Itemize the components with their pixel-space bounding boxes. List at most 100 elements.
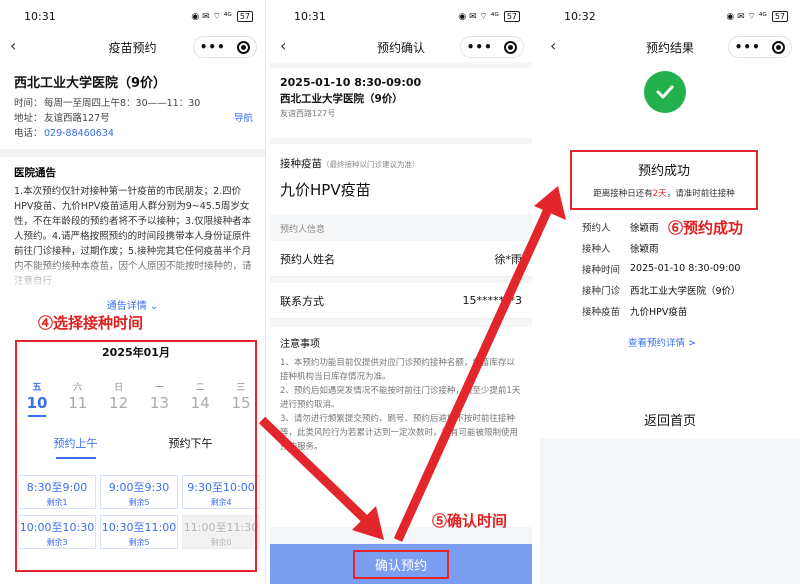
view-details-link[interactable]: 查看预约详情 > xyxy=(582,335,800,349)
detail-value: 2025-01-10 8:30-09:00 xyxy=(630,263,741,274)
status-icons: ◉ ✉ ⌔ ⁴ᴳ 57 xyxy=(458,10,520,22)
panel-vaccine-booking: 10:31 ◉ ✉ ⌔ ⁴ᴳ 57 ‹ 疫苗预约 ••• 西北工业大学医院（9价）… xyxy=(0,0,266,584)
booker-name-label: 预约人姓名 xyxy=(280,252,335,266)
status-bar: 10:32 ◉ ✉ ⌔ ⁴ᴳ 57 xyxy=(540,0,800,32)
detail-row: 接种人 徐颖雨 xyxy=(582,237,800,258)
notice-fade xyxy=(0,253,265,293)
detail-value: 徐颖雨 xyxy=(630,222,659,234)
back-arrow-icon[interactable]: ‹ xyxy=(550,36,556,55)
annotation-caption-step4: ④选择接种时间 xyxy=(38,314,144,332)
countdown-prefix: 距离接种日还有 xyxy=(593,189,653,199)
back-arrow-icon[interactable]: ‹ xyxy=(10,36,16,55)
page-title: 预约结果 xyxy=(645,40,694,55)
close-target-icon[interactable] xyxy=(772,40,786,54)
success-check-icon xyxy=(644,71,686,113)
mini-program-capsule: ••• xyxy=(460,36,524,58)
close-target-icon[interactable] xyxy=(504,40,518,54)
notes-body: 1、本预约功能目前仅提供对应门诊预约接种名额，疫苗库存以接种机构当日库存情况为准… xyxy=(280,358,521,452)
detail-label: 接种时间 xyxy=(582,264,621,276)
success-subtitle: 距离接种日还有2天，请准时前往接种 xyxy=(572,187,756,199)
notice-details-label: 通告详情 xyxy=(106,301,147,312)
chevron-down-icon: ⌄ xyxy=(149,301,159,312)
vaccine-label: 接种疫苗 xyxy=(280,158,322,170)
panel-booking-confirm: 10:31 ◉ ✉ ⌔ ⁴ᴳ 57 ‹ 预约确认 ••• 2025-01-10 8… xyxy=(270,0,532,584)
panel-booking-result: 10:32 ◉ ✉ ⌔ ⁴ᴳ 57 ‹ 预约结果 ••• 预约成功 距离接种日还有… xyxy=(540,0,800,584)
vaccine-name: 九价HPV疫苗 xyxy=(280,181,371,199)
address-value: 友谊西路127号 xyxy=(44,113,110,124)
confirm-bar: 确认预约 xyxy=(270,544,532,584)
mini-program-capsule: ••• xyxy=(193,36,257,58)
booker-name-row: 预约人姓名 徐*雨 xyxy=(270,241,532,277)
navigate-link[interactable]: 导航 xyxy=(234,111,253,126)
contact-value: 15*******3 xyxy=(462,294,523,307)
phone-link[interactable]: 029-88460634 xyxy=(44,126,114,141)
status-time: 10:32 xyxy=(564,9,596,23)
status-bar: 10:31 ◉ ✉ ⌔ ⁴ᴳ 57 xyxy=(0,0,265,32)
detail-label: 接种门诊 xyxy=(582,285,621,297)
notice-details-link[interactable]: 通告详情 ⌄ xyxy=(0,293,265,313)
booker-info-title: 预约人信息 xyxy=(280,225,326,235)
status-icons: ◉ ✉ ⌔ ⁴ᴳ 57 xyxy=(726,10,788,22)
signal-icons: ◉ ✉ ⌔ ⁴ᴳ xyxy=(726,11,767,22)
appointment-datetime: 2025-01-10 8:30-09:00 xyxy=(280,76,422,89)
more-icon[interactable]: ••• xyxy=(200,40,226,54)
back-arrow-icon[interactable]: ‹ xyxy=(280,36,286,55)
confirm-booking-button[interactable]: 确认预约 xyxy=(352,549,449,579)
more-icon[interactable]: ••• xyxy=(467,40,493,54)
mini-program-capsule: ••• xyxy=(728,36,792,58)
time-value: 每周一至周四上午8：30——11：30 xyxy=(44,98,201,109)
page-title: 预约确认 xyxy=(376,40,425,55)
close-target-icon[interactable] xyxy=(237,40,251,54)
detail-row: 接种疫苗 九价HPV疫苗 xyxy=(582,300,800,321)
detail-row: 接种门诊 西北工业大学医院（9价） xyxy=(582,279,800,300)
success-title: 预约成功 xyxy=(637,164,690,179)
time-label: 时间： xyxy=(14,98,43,109)
appointment-summary: 2025-01-10 8:30-09:00 西北工业大学医院（9价） 友谊西路1… xyxy=(270,68,532,138)
annotation-box-select-time xyxy=(15,340,257,572)
hospital-notice: 医院通告 1.本次预约仅针对接种第一针疫苗的市民朋友；2.四价HPV疫苗、九价H… xyxy=(0,157,265,293)
appointment-address: 友谊西路127号 xyxy=(280,109,336,118)
hospital-info: 西北工业大学医院（9价） 时间： 每周一至周四上午8：30——11：30 地址：友… xyxy=(0,62,265,149)
nav-bar: ‹ 疫苗预约 ••• xyxy=(0,32,265,62)
phone-label: 电话： xyxy=(14,128,43,139)
nav-bar: ‹ 预约结果 ••• xyxy=(540,32,800,62)
detail-value: 徐颖雨 xyxy=(630,243,659,255)
detail-value: 九价HPV疫苗 xyxy=(630,306,688,318)
annotation-box-success: 预约成功 距离接种日还有2天，请准时前往接种 xyxy=(570,150,758,210)
more-icon[interactable]: ••• xyxy=(735,40,761,54)
annotation-caption-step6: ⑥预约成功 xyxy=(668,219,744,237)
notes-section: 注意事项 1、本预约功能目前仅提供对应门诊预约接种名额，疫苗库存以接种机构当日库… xyxy=(270,327,532,527)
notes-title: 注意事项 xyxy=(280,339,320,350)
appointment-hospital: 西北工业大学医院（9价） xyxy=(280,93,403,105)
countdown-days: 2天 xyxy=(652,189,667,199)
divider xyxy=(0,149,265,157)
vaccine-card: 接种疫苗（最终接种以门诊建议为准） 九价HPV疫苗 xyxy=(270,144,532,214)
nav-bar: ‹ 预约确认 ••• xyxy=(270,32,532,62)
back-home-button[interactable]: 返回首页 xyxy=(540,400,800,438)
battery-icon: 57 xyxy=(503,10,520,22)
battery-icon: 57 xyxy=(236,10,253,22)
status-bar: 10:31 ◉ ✉ ⌔ ⁴ᴳ 57 xyxy=(270,0,532,32)
appointment-details: 预约人 徐颖雨 接种人 徐颖雨 接种时间 2025-01-10 8:30-09:00 … xyxy=(540,210,800,410)
booker-name-value: 徐*雨 xyxy=(494,252,523,266)
detail-row: 接种时间 2025-01-10 8:30-09:00 xyxy=(582,258,800,279)
status-time: 10:31 xyxy=(24,9,56,23)
signal-icons: ◉ ✉ ⌔ ⁴ᴳ xyxy=(191,11,232,22)
hospital-name: 西北工业大学医院（9价） xyxy=(14,76,167,91)
contact-label: 联系方式 xyxy=(280,294,324,308)
notice-title: 医院通告 xyxy=(14,167,56,179)
status-time: 10:31 xyxy=(294,9,326,23)
countdown-suffix: ，请准时前往接种 xyxy=(666,189,735,199)
detail-label: 接种人 xyxy=(582,243,611,255)
battery-icon: 57 xyxy=(771,10,788,22)
address-label: 地址： xyxy=(14,113,43,124)
detail-label: 预约人 xyxy=(582,222,611,234)
contact-row: 联系方式 15*******3 xyxy=(270,283,532,319)
detail-value: 西北工业大学医院（9价） xyxy=(630,285,741,297)
page-title: 疫苗预约 xyxy=(108,40,157,55)
signal-icons: ◉ ✉ ⌔ ⁴ᴳ xyxy=(458,11,499,22)
detail-label: 接种疫苗 xyxy=(582,306,621,318)
annotation-caption-step5: ⑤确认时间 xyxy=(432,512,508,530)
vaccine-hint: （最终接种以门诊建议为准） xyxy=(322,160,420,169)
status-icons: ◉ ✉ ⌔ ⁴ᴳ 57 xyxy=(191,10,253,22)
